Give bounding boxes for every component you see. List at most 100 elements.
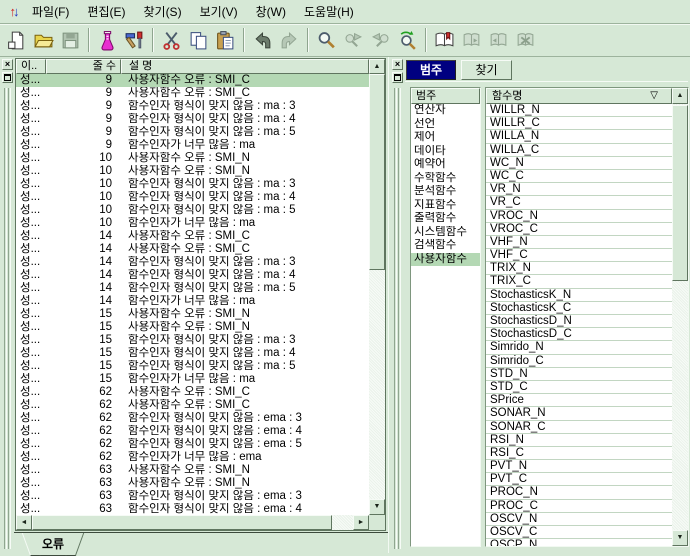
- copy-button[interactable]: [185, 27, 212, 54]
- error-row[interactable]: 성... 15 사용자함수 오류 : SMI_N: [16, 321, 369, 334]
- compile-button[interactable]: [94, 27, 121, 54]
- function-item[interactable]: VROC_N: [486, 210, 672, 223]
- scrollbar-thumb[interactable]: [369, 74, 385, 270]
- function-item[interactable]: StochasticsD_C: [486, 328, 672, 341]
- cut-button[interactable]: [158, 27, 185, 54]
- function-item[interactable]: PVT_C: [486, 473, 672, 486]
- error-row[interactable]: 성... 9 함수인자 형식이 맞지 않음 : ma : 4: [16, 113, 369, 126]
- category-item[interactable]: 출력함수: [411, 212, 480, 226]
- vertical-scrollbar[interactable]: ▲ ▼: [369, 59, 385, 515]
- function-item[interactable]: VHF_N: [486, 236, 672, 249]
- category-item[interactable]: 사용자함수: [411, 253, 480, 267]
- scrollbar-thumb[interactable]: [672, 105, 688, 281]
- drag-grip[interactable]: [394, 88, 401, 549]
- error-row[interactable]: 성... 10 사용자함수 오류 : SMI_N: [16, 165, 369, 178]
- search-prev-button[interactable]: [367, 27, 394, 54]
- function-item[interactable]: OSCV_C: [486, 526, 672, 539]
- error-row[interactable]: 성... 15 함수인자가 너무 많음 : ma: [16, 373, 369, 386]
- restore-pane-button[interactable]: [2, 72, 13, 83]
- category-item[interactable]: 수학함수: [411, 172, 480, 186]
- menu-item[interactable]: 보기(V): [191, 0, 247, 23]
- function-item[interactable]: VROC_C: [486, 223, 672, 236]
- function-item[interactable]: STD_N: [486, 368, 672, 381]
- function-header[interactable]: ▽ 함수명: [486, 88, 672, 104]
- function-item[interactable]: WILLR_N: [486, 104, 672, 117]
- tab-find[interactable]: 찾기: [461, 60, 511, 80]
- error-row[interactable]: 성... 9 함수인자 형식이 맞지 않음 : ma : 3: [16, 100, 369, 113]
- book-open-button[interactable]: [431, 27, 458, 54]
- function-item[interactable]: SONAR_N: [486, 407, 672, 420]
- search-next-button[interactable]: [340, 27, 367, 54]
- category-item[interactable]: 제어: [411, 131, 480, 145]
- error-row[interactable]: 성... 63 사용자함수 오류 : SMI_N: [16, 464, 369, 477]
- function-item[interactable]: PVT_N: [486, 460, 672, 473]
- book-next-button[interactable]: [458, 27, 485, 54]
- scrollbar-thumb[interactable]: [32, 515, 332, 530]
- undo-button[interactable]: [249, 27, 276, 54]
- category-item[interactable]: 선언: [411, 118, 480, 132]
- error-row[interactable]: 성... 10 함수인자 형식이 맞지 않음 : ma : 5: [16, 204, 369, 217]
- paste-button[interactable]: [212, 27, 239, 54]
- close-pane-button[interactable]: ×: [392, 59, 403, 70]
- column-header-desc[interactable]: 설 명: [121, 59, 369, 74]
- error-row[interactable]: 성... 9 사용자함수 오류 : SMI_C: [16, 87, 369, 100]
- error-row[interactable]: 성... 10 함수인자가 너무 많음 : ma: [16, 217, 369, 230]
- category-header[interactable]: 범주: [411, 88, 480, 104]
- category-item[interactable]: 시스템함수: [411, 226, 480, 240]
- close-pane-button[interactable]: ×: [2, 59, 13, 70]
- function-item[interactable]: VHF_C: [486, 249, 672, 262]
- error-row[interactable]: 성... 15 함수인자 형식이 맞지 않음 : ma : 4: [16, 347, 369, 360]
- error-row[interactable]: 성... 63 함수인자 형식이 맞지 않음 : ema : 3: [16, 490, 369, 503]
- function-item[interactable]: PROC_C: [486, 500, 672, 513]
- function-item[interactable]: StochasticsK_C: [486, 302, 672, 315]
- function-item[interactable]: TRIX_N: [486, 262, 672, 275]
- menu-item[interactable]: 도움말(H): [295, 0, 363, 23]
- category-item[interactable]: 분석함수: [411, 185, 480, 199]
- function-item[interactable]: StochasticsK_N: [486, 289, 672, 302]
- category-item[interactable]: 데이타: [411, 145, 480, 159]
- function-item[interactable]: SPrice: [486, 394, 672, 407]
- error-row[interactable]: 성... 10 사용자함수 오류 : SMI_N: [16, 152, 369, 165]
- error-row[interactable]: 성... 63 사용자함수 오류 : SMI_N: [16, 477, 369, 490]
- function-item[interactable]: RSI_C: [486, 447, 672, 460]
- error-row[interactable]: 성... 10 함수인자 형식이 맞지 않음 : ma : 3: [16, 178, 369, 191]
- category-item[interactable]: 연산자: [411, 104, 480, 118]
- scroll-up-icon[interactable]: ▲: [369, 59, 385, 74]
- function-scrollbar[interactable]: ▲ ▼: [672, 88, 688, 546]
- menu-item[interactable]: 파일(F): [23, 0, 78, 23]
- function-item[interactable]: Simrido_C: [486, 355, 672, 368]
- function-item[interactable]: PROC_N: [486, 486, 672, 499]
- error-row[interactable]: 성... 15 사용자함수 오류 : SMI_N: [16, 308, 369, 321]
- error-row[interactable]: 성... 62 사용자함수 오류 : SMI_C: [16, 386, 369, 399]
- error-row[interactable]: 성... 15 함수인자 형식이 맞지 않음 : ma : 3: [16, 334, 369, 347]
- function-item[interactable]: RSI_N: [486, 434, 672, 447]
- function-item[interactable]: SONAR_C: [486, 421, 672, 434]
- redo-button[interactable]: [276, 27, 303, 54]
- restore-pane-button[interactable]: [392, 72, 403, 83]
- error-row[interactable]: 성... 62 함수인자가 너무 많음 : ema: [16, 451, 369, 464]
- scroll-up-icon[interactable]: ▲: [672, 88, 688, 104]
- scroll-down-icon[interactable]: ▼: [672, 530, 688, 546]
- function-item[interactable]: VR_N: [486, 183, 672, 196]
- tools-button[interactable]: [121, 27, 148, 54]
- function-item[interactable]: VR_C: [486, 196, 672, 209]
- error-row[interactable]: 성... 62 함수인자 형식이 맞지 않음 : ema : 5: [16, 438, 369, 451]
- error-row[interactable]: 성... 14 함수인자 형식이 맞지 않음 : ma : 4: [16, 269, 369, 282]
- function-item[interactable]: TRIX_C: [486, 275, 672, 288]
- error-row[interactable]: 성... 15 함수인자 형식이 맞지 않음 : ma : 5: [16, 360, 369, 373]
- error-row[interactable]: 성... 14 사용자함수 오류 : SMI_C: [16, 230, 369, 243]
- function-item[interactable]: OSCV_N: [486, 513, 672, 526]
- scroll-left-icon[interactable]: ◄: [16, 515, 32, 530]
- column-header-line[interactable]: 줄 수: [46, 59, 121, 74]
- function-item[interactable]: WC_N: [486, 157, 672, 170]
- scroll-right-icon[interactable]: ►: [353, 515, 369, 530]
- function-item[interactable]: WILLR_C: [486, 117, 672, 130]
- error-row[interactable]: 성... 14 사용자함수 오류 : SMI_C: [16, 243, 369, 256]
- open-file-button[interactable]: [30, 27, 57, 54]
- menu-item[interactable]: 찾기(S): [134, 0, 190, 23]
- function-item[interactable]: Simrido_N: [486, 341, 672, 354]
- save-file-button[interactable]: [57, 27, 84, 54]
- function-item[interactable]: WILLA_N: [486, 130, 672, 143]
- error-row[interactable]: 성... 14 함수인자 형식이 맞지 않음 : ma : 5: [16, 282, 369, 295]
- error-row[interactable]: 성... 62 함수인자 형식이 맞지 않음 : ema : 3: [16, 412, 369, 425]
